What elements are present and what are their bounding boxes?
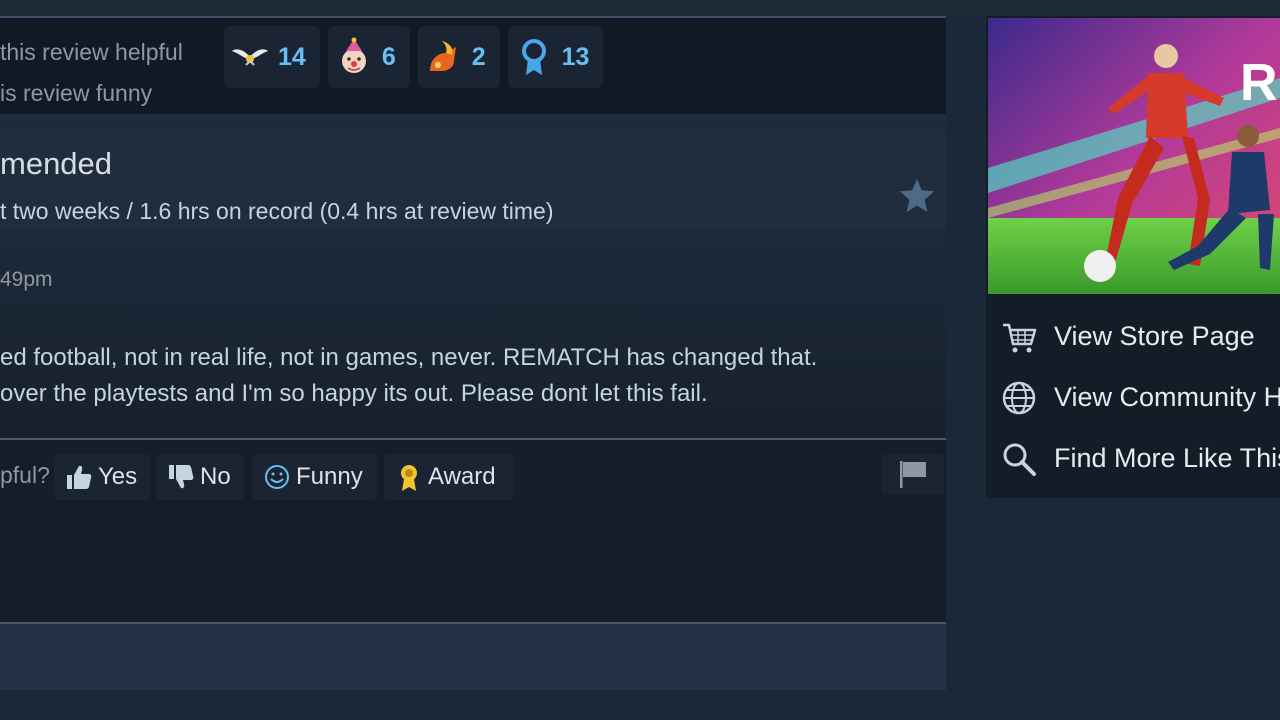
game-capsule-art: R: [988, 18, 1280, 294]
hot-take-award-icon: [429, 41, 456, 71]
game-sidebar: R View Store Page View Community Hub: [986, 16, 1280, 498]
award-count: 14: [278, 42, 306, 71]
view-community-hub-label: View Community Hub: [1054, 382, 1280, 412]
hours-on-record: t two weeks / 1.6 hrs on record (0.4 hrs…: [0, 198, 554, 224]
helpful-count-line: this review helpful: [0, 39, 183, 65]
view-community-hub-link[interactable]: View Community Hub: [986, 367, 1280, 428]
award-count: 13: [561, 42, 590, 71]
award-chip-ribbon[interactable]: 13: [507, 26, 604, 88]
recommendation-title: mended: [0, 146, 113, 181]
globe-icon: [1002, 381, 1036, 414]
vote-controls: pful? Yes No Funny Award: [0, 440, 946, 622]
review-body-line: ed football, not in real life, not in ga…: [0, 344, 818, 371]
award-count: 2: [471, 42, 486, 71]
vote-funny-button[interactable]: Funny: [252, 454, 377, 500]
award-label: Award: [428, 463, 496, 490]
award-icon: [401, 465, 417, 491]
next-review-band: [0, 622, 946, 690]
ribbon-award-icon: [521, 39, 546, 75]
clown-award-icon: [341, 37, 366, 73]
wings-award-icon: [232, 49, 268, 66]
vote-yes-label: Yes: [98, 463, 138, 490]
section-gap: [0, 114, 946, 132]
award-chip-clown[interactable]: 6: [327, 26, 410, 88]
sidebar-links: View Store Page View Community Hub Find …: [986, 306, 1280, 489]
award-chips: 14 6 2 13: [224, 26, 604, 88]
award-button[interactable]: Award: [384, 454, 514, 500]
posted-date: 49pm: [0, 268, 53, 291]
thumbs-up-icon: [67, 465, 92, 489]
find-more-like-this-link[interactable]: Find More Like This: [986, 428, 1280, 489]
helpful-summary-text: this review helpful is review funny: [0, 32, 183, 114]
search-icon: [1003, 443, 1036, 476]
svg-text:R: R: [1240, 54, 1278, 112]
funny-count-line: is review funny: [0, 80, 153, 106]
award-chip-hot-take[interactable]: 2: [417, 26, 500, 88]
vote-no-label: No: [200, 463, 231, 490]
view-store-page-link[interactable]: View Store Page: [986, 306, 1280, 367]
view-store-page-label: View Store Page: [1054, 321, 1255, 351]
review-content: 49pm ed football, not in real life, not …: [0, 228, 946, 442]
find-more-like-this-label: Find More Like This: [1054, 443, 1280, 473]
top-strip: [0, 0, 1280, 16]
report-button[interactable]: [882, 454, 944, 494]
award-count: 6: [381, 42, 396, 71]
review-body: ed football, not in real life, not in ga…: [0, 340, 817, 412]
smiley-icon: [265, 465, 289, 489]
review-column: this review helpful is review funny 14 6…: [0, 16, 946, 720]
vote-funny-label: Funny: [296, 463, 363, 490]
vote-yes-button[interactable]: Yes: [54, 454, 150, 500]
cart-icon: [1003, 323, 1037, 352]
review-body-line: over the playtests and I'm so happy its …: [0, 380, 708, 407]
award-chip-wings[interactable]: 14: [224, 26, 320, 88]
vote-no-button[interactable]: No: [156, 454, 244, 500]
star-icon[interactable]: [898, 176, 936, 214]
thumbs-down-icon: [169, 465, 194, 489]
review-header: mended t two weeks / 1.6 hrs on record (…: [0, 132, 946, 228]
vote-question: pful?: [0, 462, 50, 488]
flag-icon: [900, 461, 926, 488]
helpful-summary-bar: this review helpful is review funny 14 6…: [0, 16, 946, 114]
game-capsule-image[interactable]: R: [988, 18, 1280, 294]
